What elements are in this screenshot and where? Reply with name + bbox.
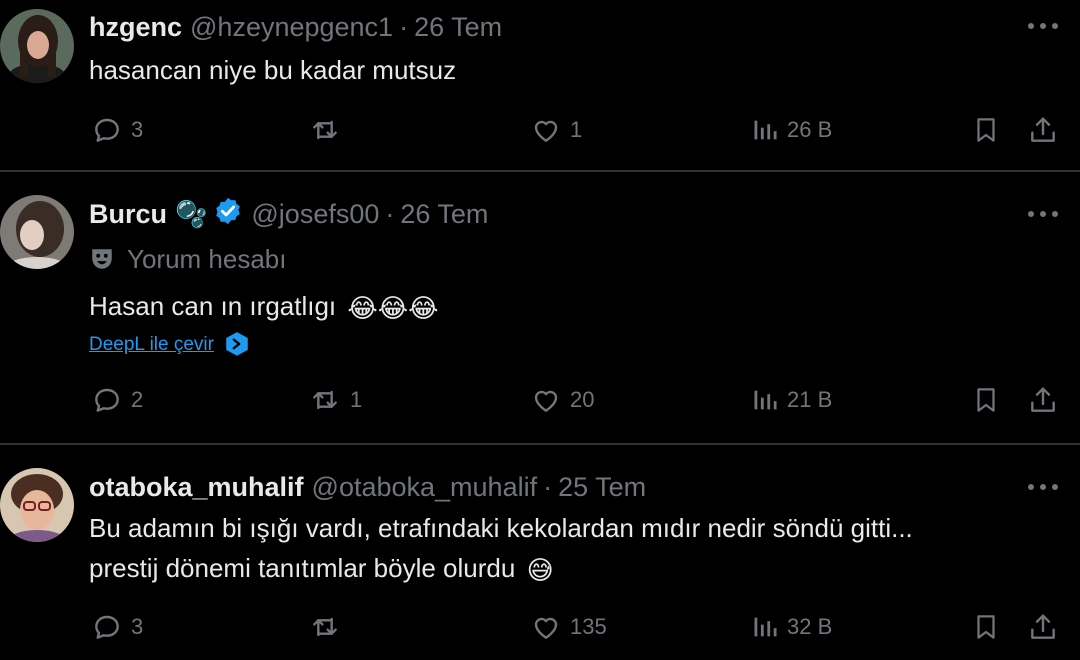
bookmark-button[interactable]: [971, 384, 1001, 416]
comedy-mask-icon: [92, 249, 112, 269]
reply-icon: [95, 615, 119, 639]
action-bar: 3 1 26 B: [0, 110, 1080, 150]
share-button[interactable]: [1027, 114, 1059, 146]
tweet-header: Burcu 🫧 @josefs00 · 26 Tem: [89, 195, 488, 233]
share-button[interactable]: [1027, 384, 1059, 416]
community-label: Yorum hesabı: [127, 243, 287, 274]
views-icon: [754, 390, 777, 410]
tweet-text: Hasan can ın ırgatlıgı 😂😂😂: [89, 286, 439, 328]
reply-count: 2: [131, 387, 144, 412]
avatar[interactable]: [0, 195, 74, 269]
views-button[interactable]: 21 B: [751, 384, 832, 416]
tweet-header: hzgenc @hzeynepgenc1 · 26 Tem: [89, 8, 502, 46]
retweet-button[interactable]: [308, 611, 350, 643]
retweet-button[interactable]: 1: [308, 384, 362, 416]
views-count: 32 B: [787, 614, 833, 639]
more-icon[interactable]: [1028, 20, 1058, 32]
timestamp[interactable]: 26 Tem: [414, 12, 502, 43]
retweet-count: 1: [350, 387, 363, 412]
bookmark-icon: [977, 388, 995, 412]
translate-link[interactable]: DeepL ile çevir: [89, 334, 214, 356]
separator-dot: ·: [543, 471, 553, 502]
like-count: 1: [570, 117, 583, 142]
like-icon: [534, 120, 558, 142]
verified-badge-icon: [213, 196, 243, 233]
tweet-text: hasancan niye bu kadar mutsuz: [89, 55, 457, 85]
views-count: 26 B: [787, 117, 833, 142]
tweet-3[interactable]: otaboka_muhalif @otaboka_muhalif · 25 Te…: [0, 445, 1080, 660]
reply-button[interactable]: 2: [91, 384, 143, 416]
share-button[interactable]: [1027, 611, 1059, 643]
deepl-icon: [226, 332, 248, 356]
views-icon: [754, 617, 777, 637]
display-name[interactable]: hzgenc: [89, 12, 182, 43]
display-name[interactable]: Burcu: [89, 199, 167, 230]
like-count: 20: [570, 387, 595, 412]
community-note[interactable]: Yorum hesabı: [89, 242, 286, 276]
retweet-button[interactable]: [308, 114, 350, 146]
bookmark-icon: [977, 615, 995, 639]
retweet-icon: [313, 120, 337, 140]
retweet-icon: [313, 390, 337, 410]
tweet-1[interactable]: hzgenc @hzeynepgenc1 · 26 Tem hasancan n…: [0, 0, 1080, 170]
more-icon[interactable]: [1028, 208, 1058, 220]
reply-button[interactable]: 3: [91, 114, 143, 146]
share-icon: [1031, 614, 1055, 639]
bubbles-emoji: 🫧: [175, 198, 208, 229]
bookmark-button[interactable]: [971, 114, 1001, 146]
like-count: 135: [570, 614, 607, 639]
like-icon: [534, 390, 558, 412]
retweet-icon: [313, 617, 337, 637]
tweet-text-line-1: Bu adamın bi ışığı vardı, etrafındaki ke…: [89, 513, 913, 543]
separator-dot: ·: [399, 11, 409, 42]
like-icon: [534, 617, 558, 639]
username-handle[interactable]: @otaboka_muhalif: [312, 472, 538, 503]
translate-row: DeepL ile çevir: [89, 330, 250, 360]
username-handle[interactable]: @hzeynepgenc1: [190, 12, 393, 43]
reply-icon: [95, 118, 119, 142]
timestamp[interactable]: 25 Tem: [558, 472, 646, 503]
share-icon: [1031, 117, 1055, 142]
tweet-header: otaboka_muhalif @otaboka_muhalif · 25 Te…: [89, 468, 646, 506]
avatar[interactable]: [0, 9, 74, 83]
like-button[interactable]: 1: [530, 114, 582, 146]
tweet-text-content: prestij dönemi tanıtımlar böyle olurdu: [89, 553, 516, 583]
tweet-text-line-2: prestij dönemi tanıtımlar böyle olurdu 😅: [89, 548, 554, 590]
views-icon: [754, 120, 777, 140]
bookmark-icon: [977, 118, 995, 142]
like-button[interactable]: 20: [530, 384, 594, 416]
action-bar: 2 1 20 21 B: [0, 382, 1080, 422]
views-button[interactable]: 32 B: [751, 611, 832, 643]
laughing-emojis: 😂😂😂: [347, 293, 439, 324]
tweet-text-content: Hasan can ın ırgatlıgı: [89, 291, 337, 321]
avatar[interactable]: [0, 468, 74, 542]
views-button[interactable]: 26 B: [751, 114, 832, 146]
username-handle[interactable]: @josefs00: [251, 199, 379, 230]
more-icon[interactable]: [1028, 481, 1058, 493]
bookmark-button[interactable]: [971, 611, 1001, 643]
reply-count: 3: [131, 117, 144, 142]
views-count: 21 B: [787, 387, 833, 412]
action-bar: 3 135 32 B: [0, 609, 1080, 649]
reply-button[interactable]: 3: [91, 611, 143, 643]
like-button[interactable]: 135: [530, 611, 607, 643]
sweat-smile-emoji: 😅: [526, 555, 554, 586]
reply-icon: [95, 388, 119, 412]
timestamp[interactable]: 26 Tem: [400, 199, 488, 230]
separator-dot: ·: [385, 198, 395, 229]
reply-count: 3: [131, 614, 144, 639]
share-icon: [1031, 387, 1055, 412]
display-name[interactable]: otaboka_muhalif: [89, 472, 304, 503]
tweet-2[interactable]: Burcu 🫧 @josefs00 · 26 Tem Yorum hesabı …: [0, 172, 1080, 443]
